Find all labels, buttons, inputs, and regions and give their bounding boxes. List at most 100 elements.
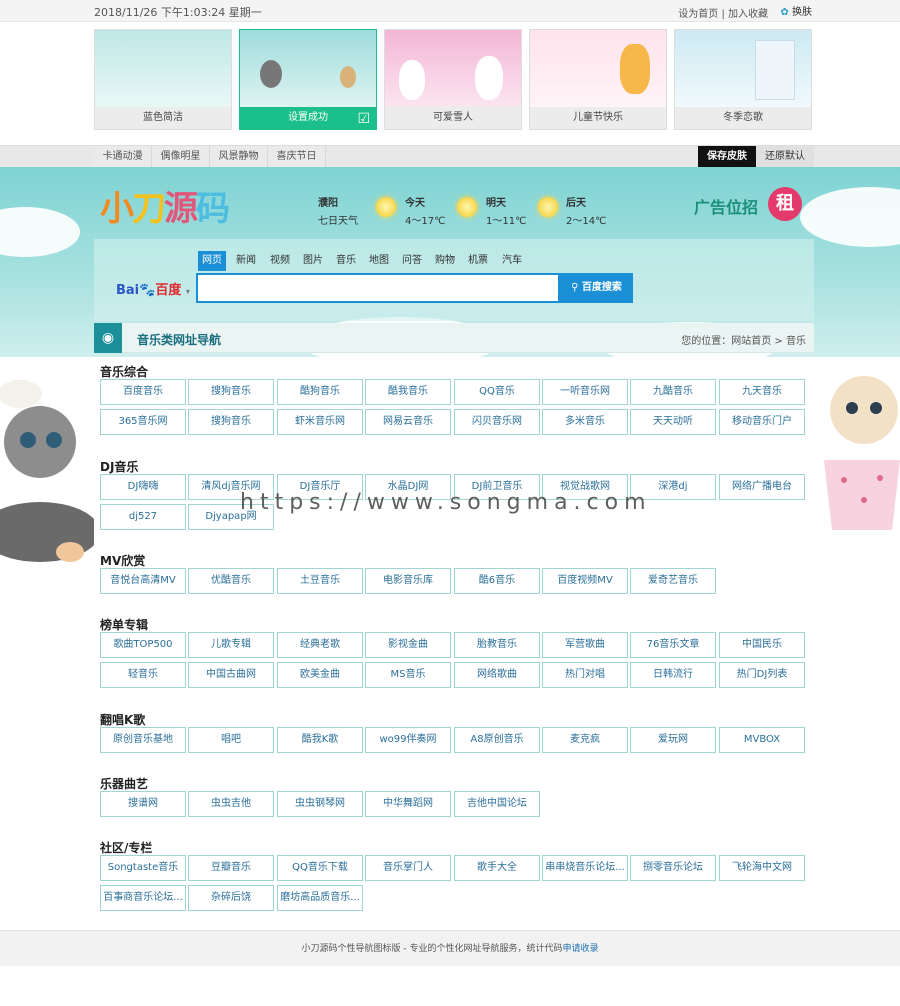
- search-tab-qa[interactable]: 问答: [398, 251, 426, 271]
- ad-text[interactable]: 广告位招: [694, 194, 758, 218]
- site-link[interactable]: 日韩流行: [630, 662, 716, 688]
- site-link[interactable]: 杂碎后饶: [188, 885, 274, 911]
- tab-festival[interactable]: 喜庆节日: [268, 146, 326, 167]
- site-link[interactable]: 虾米音乐网: [277, 409, 363, 435]
- site-link[interactable]: 影视金曲: [365, 632, 451, 658]
- site-link[interactable]: 网易云音乐: [365, 409, 451, 435]
- add-favorite-link[interactable]: 加入收藏: [728, 9, 768, 20]
- site-link[interactable]: 爱奇艺音乐: [630, 568, 716, 594]
- site-link[interactable]: 经典老歌: [277, 632, 363, 658]
- site-link[interactable]: 酷6音乐: [454, 568, 540, 594]
- tab-idol[interactable]: 偶像明星: [152, 146, 210, 167]
- site-link[interactable]: 多米音乐: [542, 409, 628, 435]
- submit-site-link[interactable]: 申请收录: [562, 944, 598, 954]
- skin-snowman[interactable]: 可爱雪人: [384, 29, 522, 130]
- site-link[interactable]: wo99伴奏网: [365, 727, 451, 753]
- site-link[interactable]: 串串烧音乐论坛...: [542, 855, 628, 881]
- site-link[interactable]: 音悦台高清MV: [100, 568, 186, 594]
- site-link[interactable]: 音乐掌门人: [365, 855, 451, 881]
- site-link[interactable]: 豆瓣音乐: [188, 855, 274, 881]
- site-link[interactable]: 九酷音乐: [630, 379, 716, 405]
- site-link[interactable]: 百度音乐: [100, 379, 186, 405]
- search-tab-web[interactable]: 网页: [198, 251, 226, 271]
- cloud-decoration: [800, 187, 900, 247]
- site-link[interactable]: 土豆音乐: [277, 568, 363, 594]
- search-tab-shopping[interactable]: 购物: [431, 251, 459, 271]
- site-link[interactable]: 歌曲TOP500: [100, 632, 186, 658]
- site-link[interactable]: 中国民乐: [719, 632, 805, 658]
- site-link[interactable]: 酷我K歌: [277, 727, 363, 753]
- save-skin-button[interactable]: 保存皮肤: [698, 146, 756, 167]
- site-link[interactable]: 网络歌曲: [454, 662, 540, 688]
- site-link[interactable]: 捌零音乐论坛: [630, 855, 716, 881]
- site-link[interactable]: 轻音乐: [100, 662, 186, 688]
- site-link[interactable]: 热门对唱: [542, 662, 628, 688]
- site-link[interactable]: 搜狗音乐: [188, 379, 274, 405]
- weather-city[interactable]: 濮阳 七日天气: [318, 194, 358, 227]
- change-skin-link[interactable]: ✿ 换肤: [780, 3, 812, 18]
- site-link[interactable]: 酷狗音乐: [277, 379, 363, 405]
- site-link[interactable]: 搜谱网: [100, 791, 186, 817]
- site-link[interactable]: MVBOX: [719, 727, 805, 753]
- site-link[interactable]: 百事商音乐论坛...: [100, 885, 186, 911]
- site-link[interactable]: 原创音乐基地: [100, 727, 186, 753]
- search-tab-car[interactable]: 汽车: [498, 251, 526, 271]
- site-link[interactable]: DJ嗨嗨: [100, 474, 186, 500]
- site-link[interactable]: 虫虫钢琴网: [277, 791, 363, 817]
- site-link[interactable]: 中华舞蹈网: [365, 791, 451, 817]
- skin-cat[interactable]: 设置成功 ☑: [239, 29, 377, 130]
- search-tab-music[interactable]: 音乐: [332, 251, 360, 271]
- search-tab-image[interactable]: 图片: [299, 251, 327, 271]
- site-link[interactable]: QQ音乐下载: [277, 855, 363, 881]
- site-link[interactable]: 百度视频MV: [542, 568, 628, 594]
- skin-blue-simple[interactable]: 蓝色简洁: [94, 29, 232, 130]
- reset-skin-button[interactable]: 还原默认: [756, 146, 814, 167]
- site-link[interactable]: 儿歌专辑: [188, 632, 274, 658]
- ad-badge[interactable]: 租: [768, 187, 802, 221]
- skin-winter[interactable]: 冬季恋歌: [674, 29, 812, 130]
- site-link[interactable]: 军营歌曲: [542, 632, 628, 658]
- site-link[interactable]: 电影音乐库: [365, 568, 451, 594]
- site-link[interactable]: Songtaste音乐: [100, 855, 186, 881]
- site-link[interactable]: A8原创音乐: [454, 727, 540, 753]
- site-link[interactable]: 爱玩网: [630, 727, 716, 753]
- site-link[interactable]: QQ音乐: [454, 379, 540, 405]
- site-link[interactable]: 闪贝音乐网: [454, 409, 540, 435]
- site-link[interactable]: 365音乐网: [100, 409, 186, 435]
- search-tab-map[interactable]: 地图: [365, 251, 393, 271]
- site-link[interactable]: 搜狗音乐: [188, 409, 274, 435]
- site-link[interactable]: 九天音乐: [719, 379, 805, 405]
- site-link[interactable]: 网络广播电台: [719, 474, 805, 500]
- search-tab-flight[interactable]: 机票: [464, 251, 492, 271]
- site-link[interactable]: 飞轮海中文网: [719, 855, 805, 881]
- site-link[interactable]: 麦克疯: [542, 727, 628, 753]
- search-input[interactable]: [196, 273, 560, 303]
- site-link[interactable]: 虫虫吉他: [188, 791, 274, 817]
- site-link[interactable]: 磨坊高品质音乐...: [277, 885, 363, 911]
- skin-childrens-day[interactable]: 儿童节快乐: [529, 29, 667, 130]
- site-link[interactable]: 唱吧: [188, 727, 274, 753]
- site-link[interactable]: 欧美金曲: [277, 662, 363, 688]
- tab-scenery[interactable]: 风景静物: [210, 146, 268, 167]
- site-link[interactable]: 歌手大全: [454, 855, 540, 881]
- site-link[interactable]: 天天动听: [630, 409, 716, 435]
- search-engine-selector[interactable]: Bai🐾百度 ▾: [116, 279, 190, 298]
- site-link[interactable]: 移动音乐门户: [719, 409, 805, 435]
- site-link[interactable]: dj527: [100, 504, 186, 530]
- tab-cartoon[interactable]: 卡通动漫: [94, 146, 152, 167]
- site-link[interactable]: 吉他中国论坛: [454, 791, 540, 817]
- site-link[interactable]: 酷我音乐: [365, 379, 451, 405]
- site-link[interactable]: 热门DJ列表: [719, 662, 805, 688]
- set-home-link[interactable]: 设为首页: [678, 9, 718, 20]
- search-button[interactable]: ⚲ 百度搜索: [560, 273, 633, 303]
- site-link[interactable]: 一听音乐网: [542, 379, 628, 405]
- site-link[interactable]: 76音乐文章: [630, 632, 716, 658]
- breadcrumb[interactable]: 您的位置：网站首页 > 音乐: [681, 332, 806, 347]
- site-link[interactable]: 胎教音乐: [454, 632, 540, 658]
- site-link[interactable]: 中国古曲网: [188, 662, 274, 688]
- site-link[interactable]: MS音乐: [365, 662, 451, 688]
- site-logo[interactable]: 小刀源码: [100, 181, 230, 230]
- search-tab-news[interactable]: 新闻: [232, 251, 260, 271]
- search-tab-video[interactable]: 视频: [266, 251, 294, 271]
- site-link[interactable]: 优酷音乐: [188, 568, 274, 594]
